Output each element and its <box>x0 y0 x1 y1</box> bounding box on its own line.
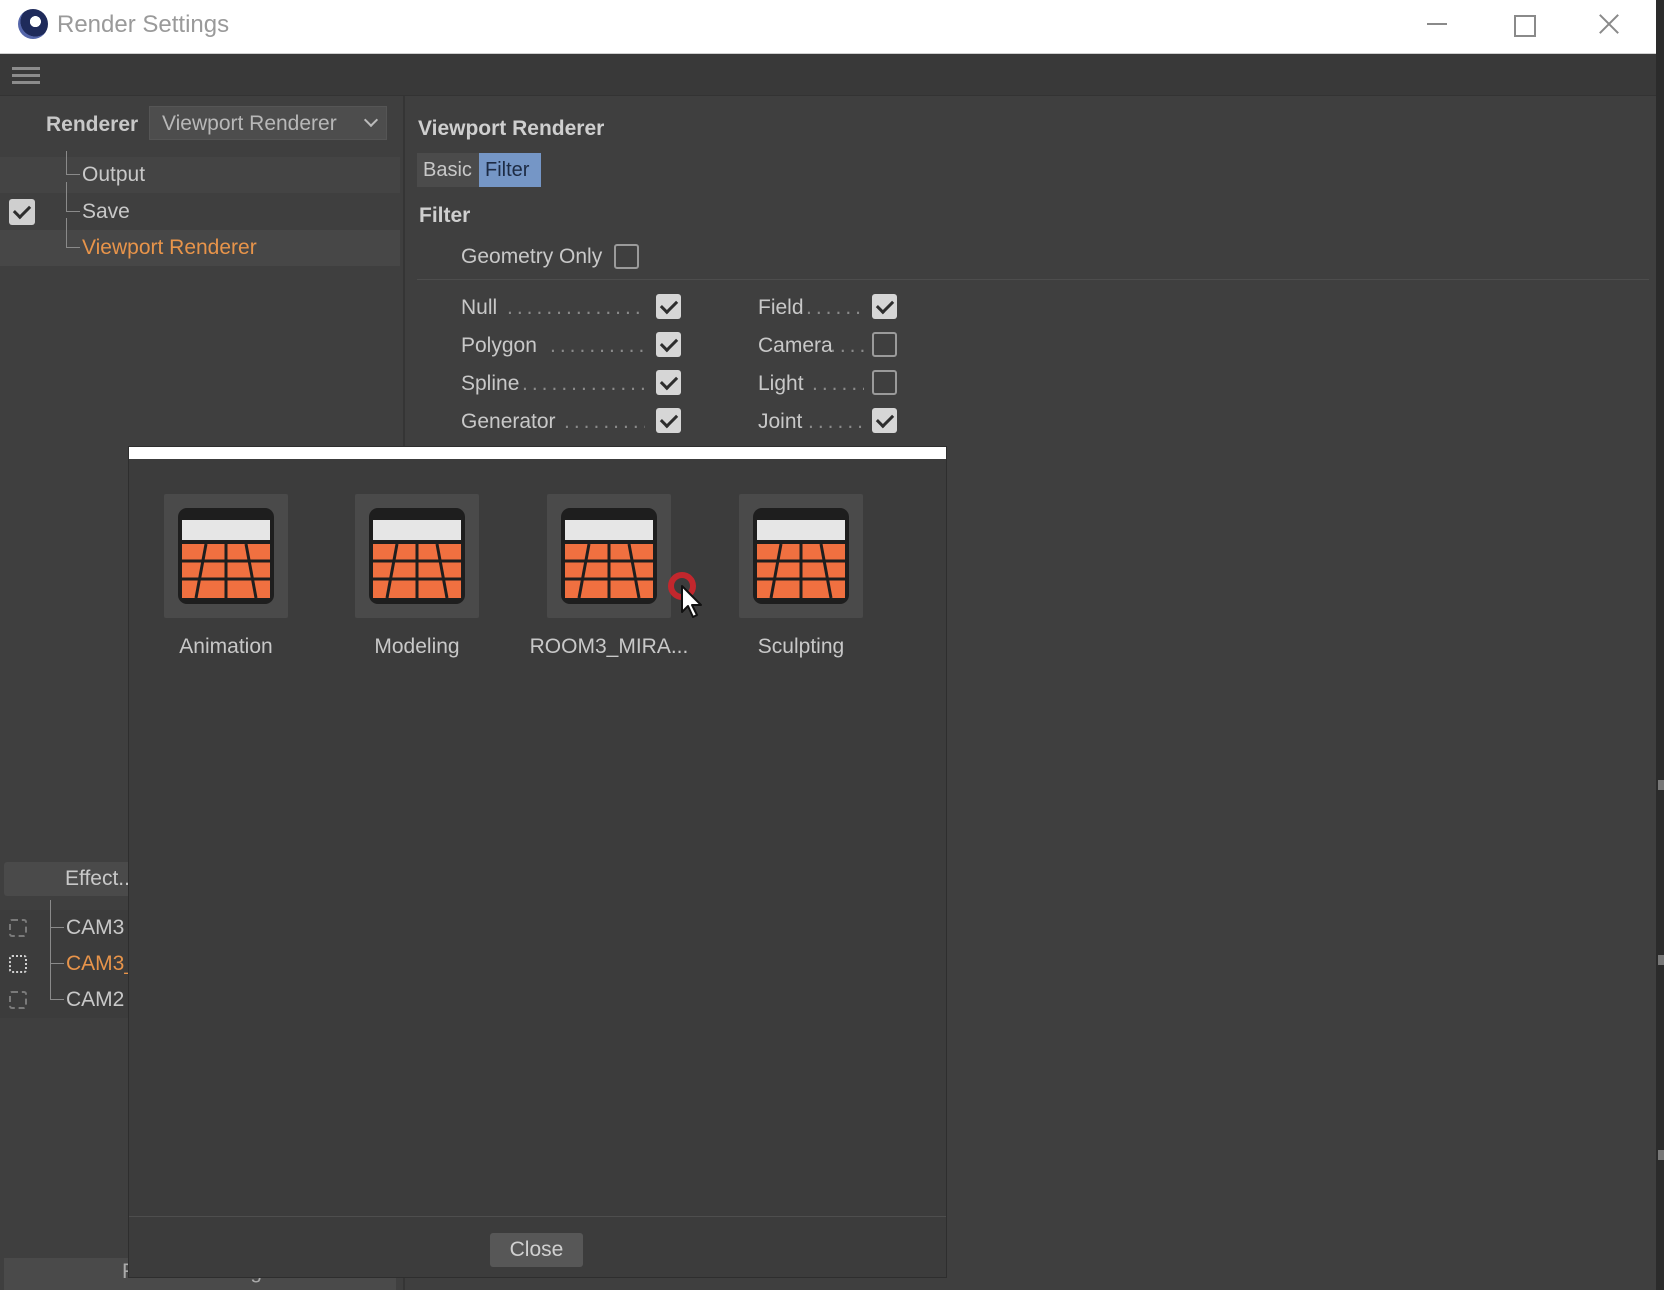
camera-label: CAM2 <box>66 988 125 1011</box>
leader-dots: .............. <box>830 334 864 357</box>
maximize-icon[interactable] <box>1501 6 1545 42</box>
tree-branch-line <box>66 182 80 212</box>
tree-item-label: Save <box>82 200 130 223</box>
preset-animation-button[interactable] <box>164 494 288 618</box>
render-settings-window: Render Settings Renderer Viewport Render… <box>0 0 1656 1290</box>
tree-item-save[interactable]: Save <box>0 182 400 230</box>
preset-modeling-button[interactable] <box>355 494 479 618</box>
renderer-dropdown-value: Viewport Renderer <box>162 112 337 135</box>
mouse-cursor-icon <box>681 585 702 618</box>
option-spline-checkbox[interactable] <box>656 370 681 395</box>
option-field-checkbox[interactable] <box>872 294 897 319</box>
layout-icon <box>561 508 657 604</box>
title-bar: Render Settings <box>0 0 1656 54</box>
preset-room3-button[interactable] <box>547 494 671 618</box>
focus-frame-icon[interactable] <box>9 919 27 937</box>
cinema4d-logo-icon <box>18 9 48 39</box>
option-camera-checkbox[interactable] <box>872 332 897 357</box>
option-joint-label: Joint <box>758 410 803 433</box>
background-edge <box>1656 0 1664 1290</box>
renderer-dropdown[interactable]: Viewport Renderer <box>149 106 387 140</box>
leader-dots: ............................ <box>564 410 645 433</box>
layout-icon <box>369 508 465 604</box>
edge-mark <box>1658 780 1664 790</box>
divider <box>129 1216 946 1217</box>
option-null-label: Null <box>461 296 498 319</box>
tree-branch-line <box>50 900 64 928</box>
tree-item-output[interactable]: Output <box>0 151 400 193</box>
leader-dots: ............................ <box>522 372 645 395</box>
layout-icon <box>178 508 274 604</box>
chevron-down-icon <box>363 112 379 128</box>
camera-label: CAM3_ <box>66 952 137 975</box>
option-null-checkbox[interactable] <box>656 294 681 319</box>
window-title: Render Settings <box>57 11 230 38</box>
leader-dots: .............. <box>808 410 864 433</box>
option-camera-label: Camera <box>758 334 833 357</box>
tree-branch-line <box>50 964 64 1000</box>
option-generator-label: Generator <box>461 410 556 433</box>
tab-basic[interactable]: Basic <box>417 153 479 187</box>
focus-frame-icon[interactable] <box>9 955 27 973</box>
option-light-label: Light <box>758 372 804 395</box>
leader-dots: .............. <box>812 372 864 395</box>
option-joint-checkbox[interactable] <box>872 408 897 433</box>
camera-label: CAM3 <box>66 916 125 939</box>
tree-item-viewport-renderer[interactable]: Viewport Renderer <box>0 218 400 266</box>
preset-label: Sculpting <box>757 635 845 658</box>
hamburger-menu-icon[interactable] <box>12 63 40 87</box>
edge-mark <box>1658 955 1664 965</box>
close-icon[interactable] <box>1587 6 1631 42</box>
close-button[interactable]: Close <box>490 1233 583 1267</box>
tree-item-label: Output <box>82 163 146 186</box>
tree-branch-line <box>66 218 80 248</box>
option-polygon-checkbox[interactable] <box>656 332 681 357</box>
preset-label: ROOM3_MIRA... <box>529 635 689 658</box>
geometry-only-label: Geometry Only <box>461 245 603 268</box>
leader-dots: ............................ <box>507 296 645 319</box>
option-field-label: Field <box>758 296 804 319</box>
renderer-label: Renderer <box>46 113 139 136</box>
option-light-checkbox[interactable] <box>872 370 897 395</box>
focus-frame-icon[interactable] <box>9 991 27 1009</box>
preset-label: Modeling <box>374 635 460 658</box>
minimize-icon[interactable] <box>1415 6 1459 42</box>
preset-sculpting-button[interactable] <box>739 494 863 618</box>
option-spline-label: Spline <box>461 372 520 395</box>
tree-branch-line <box>66 151 80 175</box>
section-title: Viewport Renderer <box>418 117 605 140</box>
tab-filter[interactable]: Filter <box>479 153 541 187</box>
option-generator-checkbox[interactable] <box>656 408 681 433</box>
layout-icon <box>753 508 849 604</box>
tree-branch-line <box>50 928 64 964</box>
option-polygon-label: Polygon <box>461 334 537 357</box>
edge-mark <box>1658 1150 1664 1160</box>
preset-label: Animation <box>179 635 273 658</box>
geometry-only-checkbox[interactable] <box>614 244 639 269</box>
leader-dots: .............. <box>806 296 864 319</box>
save-enabled-checkbox[interactable] <box>9 199 35 225</box>
effect-button-label: Effect... <box>65 867 136 890</box>
filter-heading: Filter <box>419 204 471 227</box>
divider <box>417 279 1649 280</box>
menu-bar <box>0 54 1656 96</box>
tree-item-label: Viewport Renderer <box>82 236 257 259</box>
leader-dots: ............................ <box>550 334 645 357</box>
